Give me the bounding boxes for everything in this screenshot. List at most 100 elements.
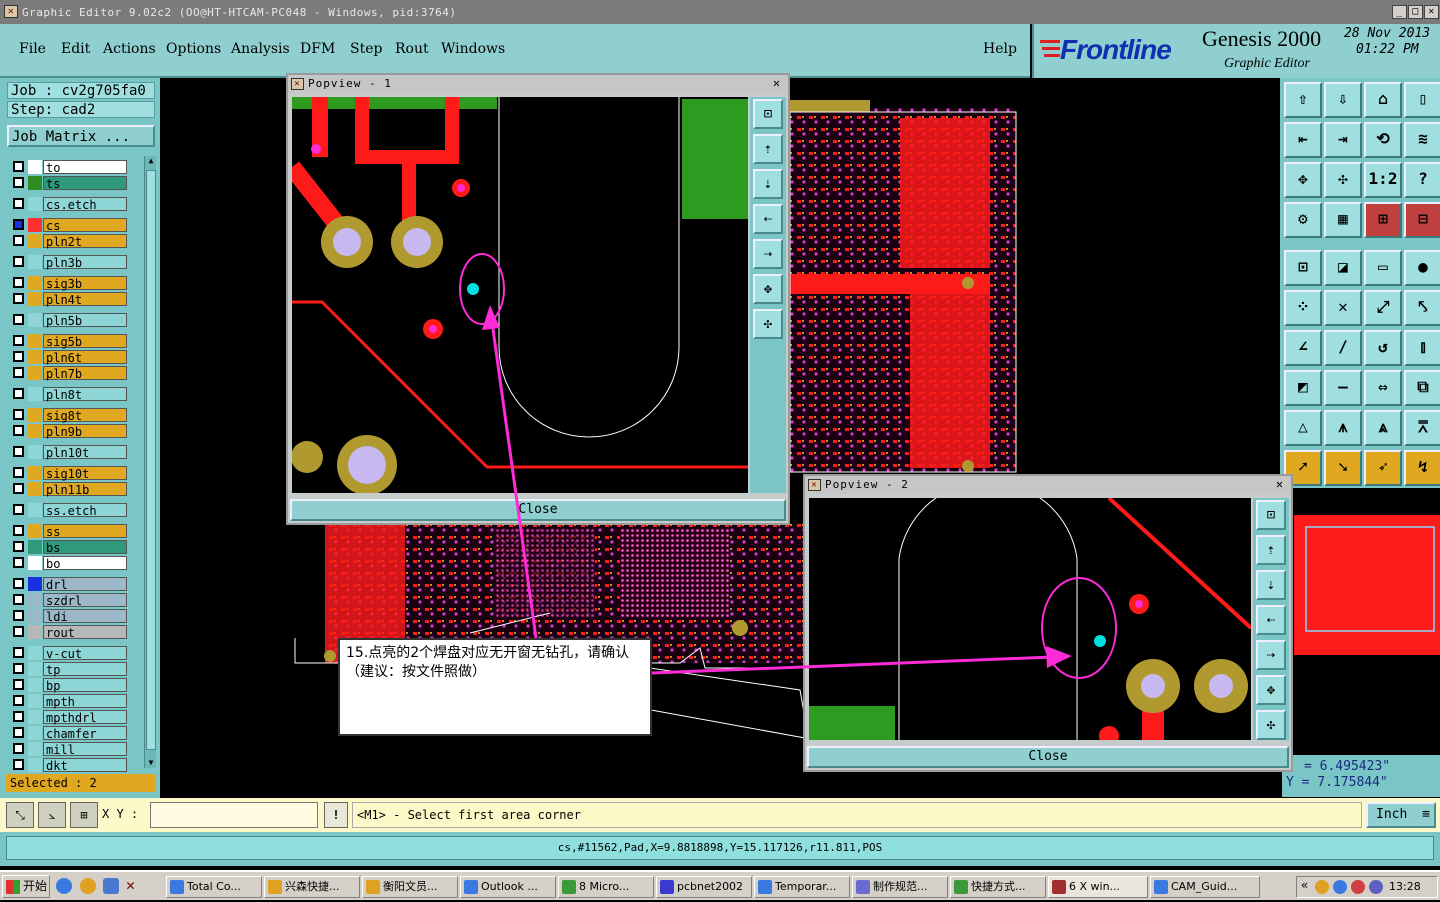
layer-checkbox[interactable] (13, 293, 24, 304)
layer-name[interactable]: pln9b (43, 424, 127, 439)
layer-checkbox[interactable] (13, 483, 24, 494)
layer-name[interactable]: drl (43, 577, 127, 592)
popview-1-pan-right-icon[interactable]: ⇢ (753, 239, 783, 269)
layer-checkbox[interactable] (13, 727, 24, 738)
start-button[interactable]: 开始 (2, 875, 50, 898)
slash-icon[interactable]: ∕ (1324, 330, 1362, 366)
popview-1-canvas[interactable] (292, 97, 748, 493)
layer-checkbox[interactable] (13, 367, 24, 378)
layer-list-scrollbar[interactable]: ▲ ▼ (144, 156, 156, 768)
layer-row-sig3b[interactable]: sig3b (10, 276, 128, 291)
menu-step[interactable]: Step (350, 41, 382, 57)
layer-checkbox[interactable] (13, 557, 24, 568)
taskbar-item[interactable]: Temporar... (754, 876, 850, 898)
layer-name[interactable]: ts (43, 176, 127, 191)
layer-up-icon[interactable]: ⇧ (1284, 82, 1322, 118)
menu-dfm[interactable]: DFM (300, 41, 335, 57)
layer-name[interactable]: sig5b (43, 334, 127, 349)
layer-name[interactable]: pln4t (43, 292, 127, 307)
menu-rout[interactable]: Rout (395, 41, 429, 57)
layer-row-chamfer[interactable]: chamfer (10, 726, 128, 741)
popview-2-canvas[interactable] (809, 498, 1251, 740)
layer-name[interactable]: ss (43, 524, 127, 539)
circle-icon[interactable]: ● (1404, 250, 1440, 286)
layer-name[interactable]: rout (43, 625, 127, 640)
layer-checkbox[interactable] (13, 256, 24, 267)
connect-red-icon[interactable]: ⤣ (1404, 290, 1440, 326)
polygon-icon[interactable]: ◪ (1324, 250, 1362, 286)
board-overview-thumbnail[interactable] (1294, 515, 1440, 655)
layer-checkbox[interactable] (13, 277, 24, 288)
popview-2-zoom-out-icon[interactable]: ✥ (1256, 675, 1286, 705)
layer-row-pln10t[interactable]: pln10t (10, 445, 128, 460)
popview-1-close-button[interactable]: Close (290, 499, 786, 521)
layer-row-sig5b[interactable]: sig5b (10, 334, 128, 349)
layer-name[interactable]: pln10t (43, 445, 127, 460)
group-icon[interactable]: ⧉ (1404, 370, 1440, 406)
layer-row-pln7b[interactable]: pln7b (10, 366, 128, 381)
layer-row-ss.etch[interactable]: ss.etch (10, 503, 128, 518)
layer-row-pln5b[interactable]: pln5b (10, 313, 128, 328)
layer-row-tp[interactable]: tp (10, 662, 128, 677)
layer-checkbox[interactable] (13, 446, 24, 457)
layer-name[interactable]: sig10t (43, 466, 127, 481)
menu-windows[interactable]: Windows (441, 41, 505, 57)
layer-name[interactable]: bp (43, 678, 127, 693)
peak-icon[interactable]: ⩚ (1324, 410, 1362, 446)
move-left-icon[interactable]: ⇤ (1284, 122, 1322, 158)
layer-row-dkt[interactable]: dkt (10, 758, 128, 773)
taskbar-item[interactable]: Outlook ... (460, 876, 556, 898)
layer-checkbox[interactable] (13, 743, 24, 754)
tray-icon-4[interactable] (1369, 880, 1383, 894)
layer-checkbox[interactable] (13, 578, 24, 589)
taskbar-item[interactable]: 兴森快捷... (264, 876, 360, 898)
width-icon[interactable]: ⇔ (1364, 370, 1402, 406)
layer-name[interactable]: cs.etch (43, 197, 127, 212)
layer-checkbox[interactable] (13, 679, 24, 690)
layer-down-icon[interactable]: ⇩ (1324, 82, 1362, 118)
layer-row-rout[interactable]: rout (10, 625, 128, 640)
layer-name[interactable]: pln11b (43, 482, 127, 497)
menu-file[interactable]: File (19, 41, 46, 57)
popview-2-zoom-icon[interactable]: ⊡ (1256, 500, 1286, 530)
layer-checkbox[interactable] (13, 626, 24, 637)
ruler-icon[interactable]: ▭ (1364, 250, 1402, 286)
layer-row-cs.etch[interactable]: cs.etch (10, 197, 128, 212)
layer-name[interactable]: bo (43, 556, 127, 571)
layer-checkbox[interactable] (13, 314, 24, 325)
angle-icon[interactable]: ∠ (1284, 330, 1322, 366)
square-node-icon[interactable]: ◩ (1284, 370, 1322, 406)
layer-row-to[interactable]: to (10, 160, 128, 175)
layer-row-pln9b[interactable]: pln9b (10, 424, 128, 439)
popview-1-zoom-icon[interactable]: ⊡ (753, 99, 783, 129)
layer-checkbox[interactable] (13, 388, 24, 399)
popview-2-zoom-in-icon[interactable]: ✣ (1256, 710, 1286, 740)
layer-checkbox[interactable] (13, 541, 24, 552)
triangle-icon[interactable]: △ (1284, 410, 1322, 446)
lines-icon[interactable]: ≋ (1404, 122, 1440, 158)
layer-checkbox[interactable] (13, 219, 24, 230)
layer-row-bo[interactable]: bo (10, 556, 128, 571)
popview-2-pan-right-icon[interactable]: ⇢ (1256, 640, 1286, 670)
popview-2-close-button[interactable]: Close (807, 746, 1289, 768)
popview-2-pan-down-icon[interactable]: ⇣ (1256, 570, 1286, 600)
layer-name[interactable]: to (43, 160, 127, 175)
taskbar-item[interactable]: Total Co... (166, 876, 262, 898)
layer-checkbox[interactable] (13, 504, 24, 515)
layer-name[interactable]: mill (43, 742, 127, 757)
layer-row-mill[interactable]: mill (10, 742, 128, 757)
popview-1-pan-left-icon[interactable]: ⇠ (753, 204, 783, 234)
layer-name[interactable]: pln2t (43, 234, 127, 249)
layer-name[interactable]: mpthdrl (43, 710, 127, 725)
bars-icon[interactable]: ⫾ (1404, 330, 1440, 366)
layer-name[interactable]: pln6t (43, 350, 127, 365)
app-quicklaunch-icon[interactable] (103, 878, 119, 894)
layer-name[interactable]: dkt (43, 758, 127, 773)
layer-row-pln11b[interactable]: pln11b (10, 482, 128, 497)
layer-checkbox[interactable] (13, 161, 24, 172)
ie-icon[interactable] (56, 878, 72, 894)
layer-name[interactable]: v-cut (43, 646, 127, 661)
layer-checkbox[interactable] (13, 235, 24, 246)
node-icon[interactable]: ⁘ (1284, 290, 1322, 326)
layer-name[interactable]: tp (43, 662, 127, 677)
